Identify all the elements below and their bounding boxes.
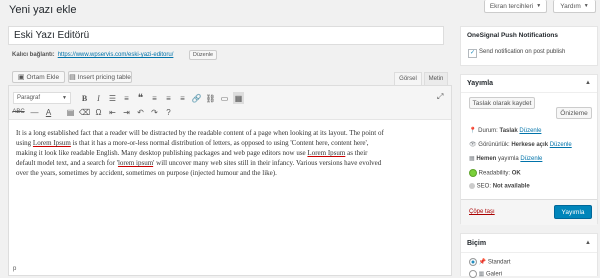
editor-text-run: making it look like readable English. Ma… — [16, 149, 308, 157]
permalink-row: Kalıcı bağlantı: https://www.wpservis.co… — [12, 52, 173, 58]
onesignal-title: OneSignal Push Notifications — [467, 32, 559, 39]
editor-text-run: over the years, sometimes by accident, s… — [16, 169, 277, 177]
status-row: 📍 Durum: Taslak Düzenle — [469, 128, 542, 134]
caret-down-icon: ▼ — [536, 3, 542, 9]
editor-text-run: using — [16, 139, 33, 147]
toolbar-toggle-icon[interactable]: ▦ — [233, 92, 244, 104]
pin-icon: 📍 — [469, 128, 477, 134]
editor-container: Paragraf ▼ B I ☰ ≡ ❝ ≡ ≡ ≡ 🔗 ⛓ ▭ ▦ ⤢ ABC… — [8, 85, 452, 276]
format-option-standard[interactable]: 📌 Standart — [469, 258, 511, 266]
bullet-list-icon[interactable]: ☰ — [107, 92, 118, 104]
status-edit-link[interactable]: Düzenle — [519, 128, 541, 134]
align-center-icon[interactable]: ≡ — [163, 92, 174, 104]
format-option-gallery[interactable]: ▦ Galeri — [469, 270, 502, 278]
text-color-icon[interactable]: A — [43, 106, 54, 118]
preview-button[interactable]: Önizleme — [556, 107, 592, 119]
media-icon: ▣ — [17, 74, 25, 81]
read-more-icon[interactable]: ▭ — [219, 92, 230, 104]
clear-formatting-icon[interactable]: ⌫ — [79, 106, 90, 118]
publish-panel: Yayımla ▲ Taslak olarak kaydet Önizleme … — [460, 74, 598, 225]
editor-line: It is a long established fact that a rea… — [16, 128, 446, 138]
editor-text-run: is that it has a more-or-less normal dis… — [70, 139, 369, 147]
collapse-caret-icon[interactable]: ▲ — [585, 80, 591, 86]
editor-text-run: as their — [345, 149, 368, 157]
caret-down-icon: ▼ — [583, 3, 589, 9]
editor-text-run: It is a long established fact that a rea… — [16, 129, 384, 137]
radio-icon — [469, 270, 477, 278]
chevron-down-icon: ▼ — [62, 95, 67, 101]
bold-icon[interactable]: B — [79, 92, 90, 104]
align-left-icon[interactable]: ≡ — [149, 92, 160, 104]
screen-options-button[interactable]: Ekran tercihleri ▼ — [484, 0, 547, 13]
eye-icon: 👁 — [469, 142, 477, 148]
collapse-caret-icon[interactable]: ▲ — [585, 240, 591, 246]
editor-line: over the years, sometimes by accident, s… — [16, 168, 446, 178]
undo-icon[interactable]: ↶ — [135, 106, 146, 118]
horizontal-line-icon[interactable]: — — [29, 106, 40, 118]
add-media-button[interactable]: ▣ Ortam Ekle — [12, 71, 65, 83]
seo-status-icon — [469, 183, 475, 189]
align-right-icon[interactable]: ≡ — [177, 92, 188, 104]
insert-pricing-table-button[interactable]: ▤ Insert pricing table — [68, 71, 132, 83]
save-draft-button[interactable]: Taslak olarak kaydet — [469, 97, 535, 109]
seo-row: SEO: Not available — [469, 183, 530, 190]
schedule-edit-link[interactable]: Düzenle — [520, 156, 542, 162]
editor-line: using Lorem Ipsum is that it has a more-… — [16, 138, 446, 148]
editor-toolbar: Paragraf ▼ B I ☰ ≡ ❝ ≡ ≡ ≡ 🔗 ⛓ ▭ ▦ ⤢ ABC… — [9, 86, 451, 120]
calendar-icon: ▦ — [469, 156, 475, 162]
spellcheck-word: lorem ipsum — [117, 159, 154, 167]
visibility-edit-link[interactable]: Düzenle — [550, 142, 572, 148]
pushpin-icon: 📌 — [478, 259, 487, 266]
editor-line: default model text, and a search for 'lo… — [16, 158, 446, 168]
strikethrough-icon[interactable]: ABC — [12, 106, 24, 118]
readability-row: Readability: OK — [469, 169, 521, 177]
permalink-edit-button[interactable]: Düzenle — [189, 50, 217, 60]
editor-path: p — [13, 266, 17, 272]
gallery-icon: ▦ — [478, 271, 485, 278]
onesignal-checkbox-label: Send notification on post publish — [479, 49, 566, 55]
format-select[interactable]: Paragraf ▼ — [13, 92, 71, 104]
readability-status-icon — [469, 169, 477, 177]
publish-title: Yayımla — [467, 80, 494, 87]
visibility-row: 👁 Görünürlük: Herkese açık Düzenle — [469, 142, 572, 148]
help-button[interactable]: Yardım ▼ — [553, 0, 596, 13]
special-character-icon[interactable]: Ω — [93, 106, 104, 118]
editor-content[interactable]: It is a long established fact that a rea… — [16, 128, 446, 178]
tab-text[interactable]: Metin — [424, 72, 448, 85]
permalink-label: Kalıcı bağlantı: — [12, 52, 55, 58]
blockquote-icon[interactable]: ❝ — [135, 92, 146, 104]
publish-button[interactable]: Yayımla — [554, 205, 592, 219]
help-icon[interactable]: ? — [163, 106, 174, 118]
spellcheck-word: Lorem Ipsum — [307, 149, 346, 157]
schedule-row: ▦ Hemen yayımla Düzenle — [469, 156, 543, 162]
editor-text-run: default model text, and a search for ' — [16, 159, 118, 167]
outdent-icon[interactable]: ⇤ — [107, 106, 118, 118]
link-icon[interactable]: 🔗 — [191, 92, 202, 104]
radio-checked-icon — [469, 258, 477, 266]
paste-text-icon[interactable]: ▤ — [65, 106, 76, 118]
editor-line: making it look like readable English. Ma… — [16, 148, 446, 158]
format-title: Biçim — [467, 240, 487, 247]
spellcheck-word: Lorem Ipsum — [32, 139, 71, 147]
editor-text-run: ' will uncover many web sites still in t… — [153, 159, 382, 167]
trash-link[interactable]: Çöpe taşı — [469, 209, 495, 215]
post-title-input[interactable]: Eski Yazı Editörü — [8, 26, 444, 45]
fullscreen-icon[interactable]: ⤢ — [437, 92, 443, 102]
table-icon: ▤ — [69, 74, 76, 81]
unlink-icon[interactable]: ⛓ — [205, 92, 216, 104]
onesignal-checkbox[interactable]: ✓ — [468, 49, 477, 58]
page-title: Yeni yazı ekle — [9, 4, 77, 16]
italic-icon[interactable]: I — [93, 92, 104, 104]
format-panel: Biçim ▲ 📌 Standart ▦ Galeri — [460, 233, 598, 278]
indent-icon[interactable]: ⇥ — [121, 106, 132, 118]
permalink-url[interactable]: https://www.wpservis.com/eski-yazi-edito… — [58, 52, 174, 58]
tab-visual[interactable]: Görsel — [394, 72, 422, 85]
onesignal-panel: OneSignal Push Notifications ✓ Send noti… — [460, 26, 598, 66]
redo-icon[interactable]: ↷ — [149, 106, 160, 118]
numbered-list-icon[interactable]: ≡ — [121, 92, 132, 104]
